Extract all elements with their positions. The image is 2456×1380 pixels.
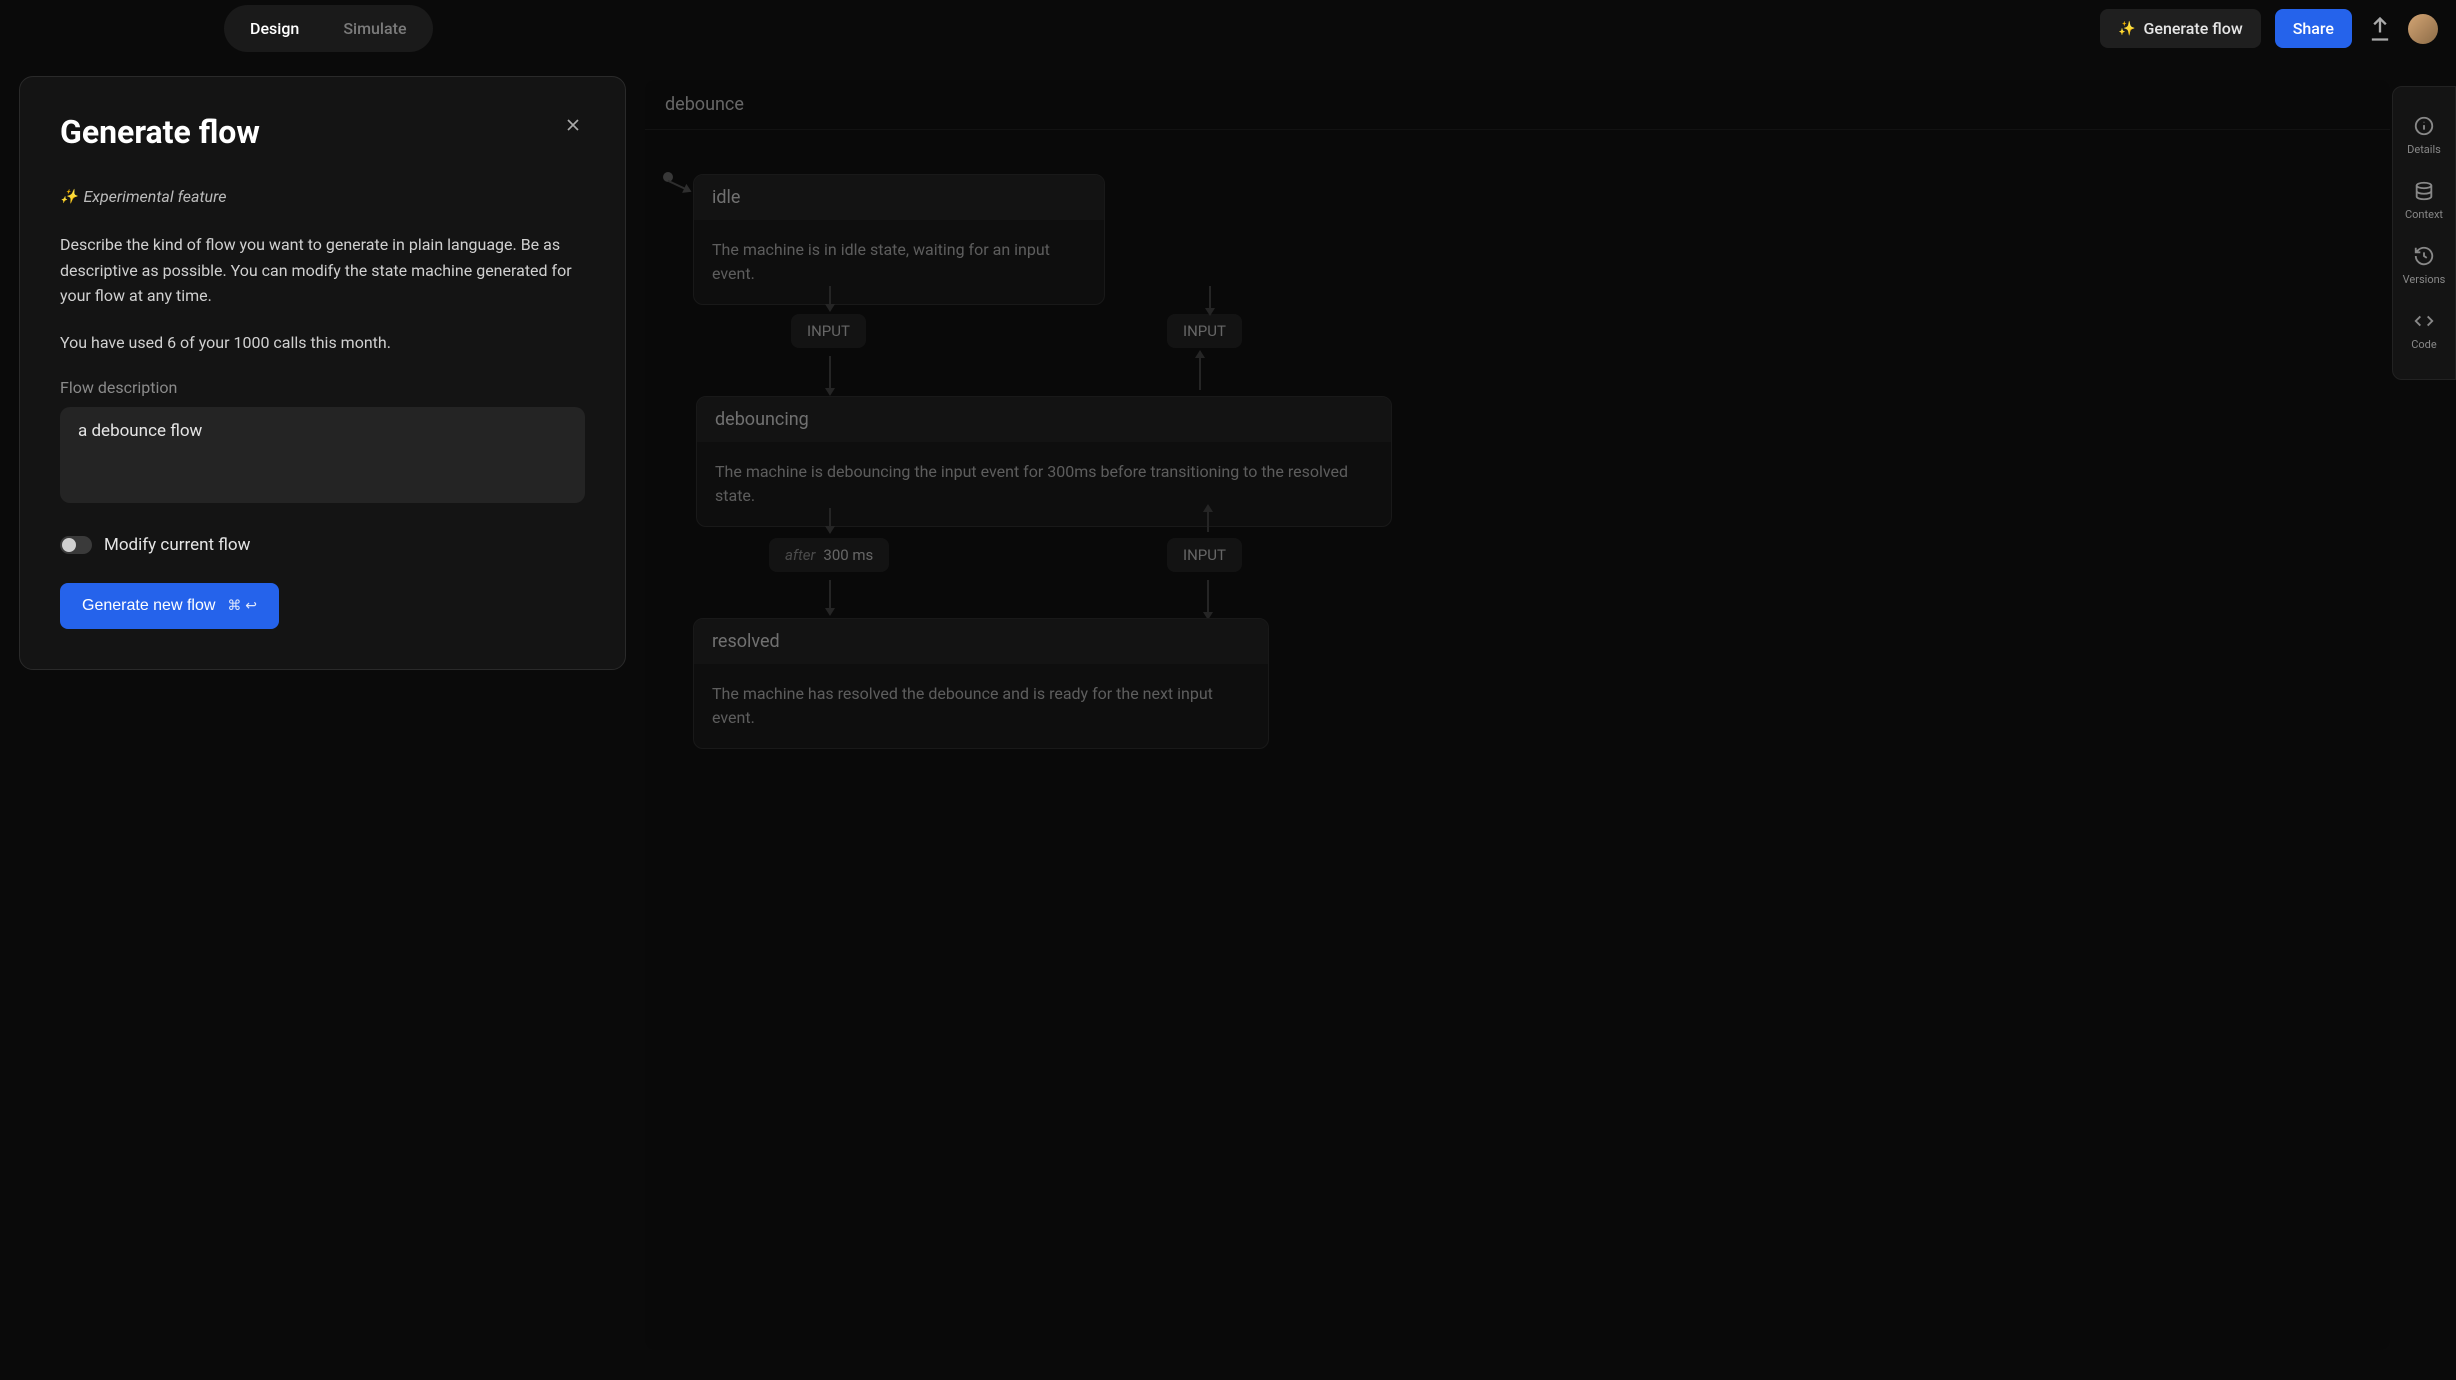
tab-design[interactable]: Design (228, 9, 321, 48)
mode-tabs: Design Simulate (224, 5, 433, 52)
rail-details-label: Details (2407, 143, 2441, 156)
state-machine-canvas[interactable]: debounce idle The machine is in idle sta… (645, 80, 2390, 1350)
right-sidebar: Details Context Versions Code (2392, 86, 2456, 380)
top-actions: ✨ Generate flow Share (2100, 9, 2438, 48)
state-idle-desc: The machine is in idle state, waiting fo… (694, 220, 1104, 304)
rail-context-label: Context (2405, 208, 2443, 221)
avatar[interactable] (2408, 14, 2438, 44)
close-icon (563, 115, 583, 135)
modify-toggle-label: Modify current flow (104, 535, 250, 555)
history-icon (2413, 245, 2435, 267)
edge-debouncing-self-down (1209, 286, 1211, 310)
generate-shortcut: ⌘ ↩ (227, 597, 257, 614)
state-resolved-desc: The machine has resolved the debounce an… (694, 664, 1268, 748)
state-resolved[interactable]: resolved The machine has resolved the de… (693, 618, 1269, 749)
state-debouncing-name: debouncing (697, 397, 1391, 442)
edge-debouncing-resolved (829, 508, 831, 528)
edge-debouncing-self-up (1199, 356, 1201, 390)
database-icon (2413, 180, 2435, 202)
event-input-1[interactable]: INPUT (791, 314, 866, 348)
sparkle-icon: ✨ (2118, 21, 2135, 37)
info-icon (2413, 115, 2435, 137)
flow-description-input[interactable] (60, 407, 585, 503)
tab-simulate[interactable]: Simulate (321, 9, 428, 48)
after-label: after (785, 546, 815, 564)
event-input-3[interactable]: INPUT (1167, 538, 1242, 572)
dialog-header: Generate flow (60, 113, 585, 151)
rail-code[interactable]: Code (2393, 298, 2455, 363)
machine-name[interactable]: debounce (645, 80, 2390, 130)
modify-toggle-row: Modify current flow (60, 535, 585, 555)
state-resolved-name: resolved (694, 619, 1268, 664)
sparkle-icon: ✨ (60, 189, 77, 205)
initial-arrow (668, 180, 687, 190)
edge-resolved-debouncing-up (1207, 510, 1209, 532)
generate-flow-button[interactable]: ✨ Generate flow (2100, 9, 2261, 48)
rail-versions[interactable]: Versions (2393, 233, 2455, 298)
after-value: 300 ms (823, 546, 873, 564)
generate-flow-label: Generate flow (2143, 19, 2242, 38)
state-idle[interactable]: idle The machine is in idle state, waiti… (693, 174, 1105, 305)
export-icon (2366, 15, 2394, 43)
state-debouncing[interactable]: debouncing The machine is debouncing the… (696, 396, 1392, 527)
rail-context[interactable]: Context (2393, 168, 2455, 233)
flow-description-label: Flow description (60, 378, 585, 397)
modify-toggle[interactable] (60, 536, 92, 554)
generate-button-label: Generate new flow (82, 597, 215, 615)
state-idle-name: idle (694, 175, 1104, 220)
top-bar: Design Simulate ✨ Generate flow Share (0, 0, 2456, 57)
edge-idle-debouncing (829, 286, 831, 306)
rail-versions-label: Versions (2403, 273, 2446, 286)
generate-new-flow-button[interactable]: Generate new flow ⌘ ↩ (60, 583, 279, 629)
edge-idle-debouncing-2 (829, 356, 831, 390)
usage-text: You have used 6 of your 1000 calls this … (60, 333, 585, 352)
export-button[interactable] (2366, 15, 2394, 43)
edge-resolved-debouncing-down (1207, 580, 1209, 614)
dialog-title: Generate flow (60, 113, 260, 151)
event-input-2[interactable]: INPUT (1167, 314, 1242, 348)
generate-flow-dialog: Generate flow ✨ Experimental feature Des… (19, 76, 626, 670)
experimental-label: ✨ Experimental feature (60, 187, 585, 206)
rail-details[interactable]: Details (2393, 103, 2455, 168)
rail-code-label: Code (2411, 338, 2436, 351)
after-pill[interactable]: after 300 ms (769, 538, 889, 572)
code-icon (2413, 310, 2435, 332)
close-button[interactable] (561, 113, 585, 137)
edge-debouncing-resolved-2 (829, 580, 831, 610)
dialog-description: Describe the kind of flow you want to ge… (60, 232, 585, 309)
share-button[interactable]: Share (2275, 9, 2352, 48)
experimental-text: Experimental feature (83, 187, 226, 206)
state-debouncing-desc: The machine is debouncing the input even… (697, 442, 1391, 526)
